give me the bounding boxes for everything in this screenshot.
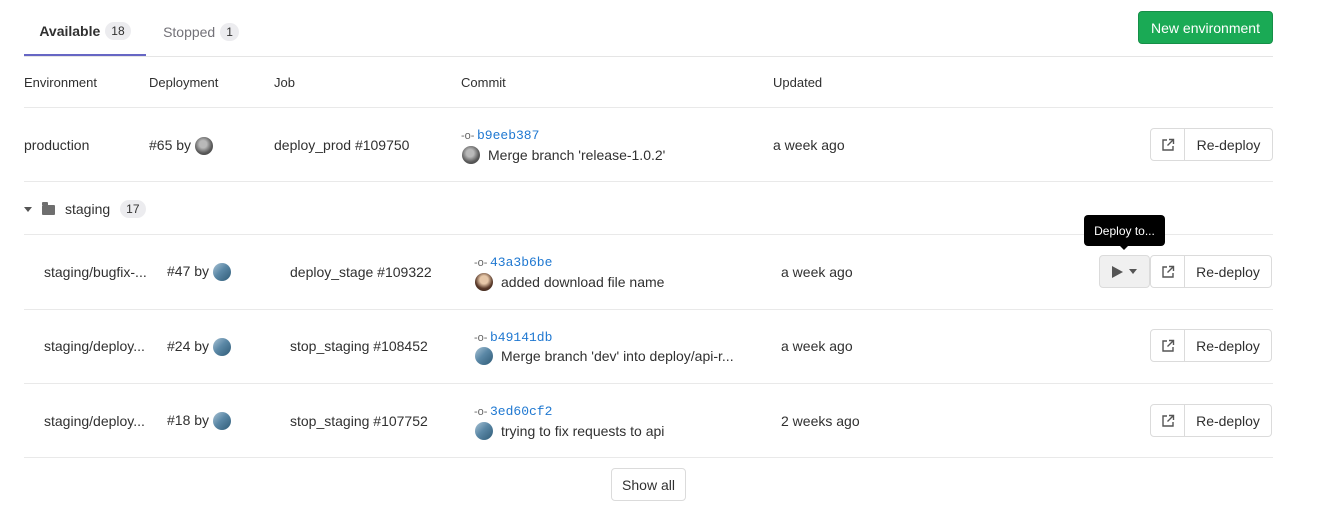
folder-icon: [42, 202, 55, 215]
environment-link[interactable]: staging/deploy...: [44, 338, 145, 354]
redeploy-button[interactable]: Re-deploy: [1185, 255, 1272, 288]
avatar[interactable]: [462, 146, 480, 164]
job-link[interactable]: deploy_prod #109750: [274, 137, 409, 153]
tab-stopped-label: Stopped: [163, 24, 216, 40]
column-header-job: Job: [274, 75, 295, 90]
external-link-icon: [1161, 339, 1174, 352]
deploy-tooltip: Deploy to...: [1084, 215, 1165, 246]
updated-time: a week ago: [781, 338, 853, 354]
deployment-number: #18 by: [167, 412, 210, 428]
redeploy-button[interactable]: Re-deploy: [1185, 128, 1273, 161]
job-link[interactable]: stop_staging #107752: [290, 413, 428, 429]
environment-link[interactable]: staging/bugfix-...: [44, 264, 147, 280]
commit-message: trying to fix requests to api: [475, 422, 664, 440]
deployment-number: #47 by: [167, 263, 210, 279]
tooltip-arrow: [1119, 245, 1129, 250]
commit-message: Merge branch 'release-1.0.2': [462, 146, 665, 164]
row-actions: Re-deploy: [1150, 255, 1272, 288]
external-link-icon: [1161, 414, 1174, 427]
redeploy-button[interactable]: Re-deploy: [1185, 329, 1272, 362]
commit-sha-link[interactable]: b49141db: [490, 330, 552, 345]
redeploy-button[interactable]: Re-deploy: [1185, 404, 1272, 437]
deployment-cell: #47 by: [167, 263, 232, 282]
column-header-deployment: Deployment: [149, 75, 219, 90]
job-link[interactable]: deploy_stage #109322: [290, 264, 432, 280]
chevron-down-icon: [1129, 269, 1137, 274]
commit-title[interactable]: trying to fix requests to api: [501, 423, 664, 439]
play-icon: [1112, 265, 1123, 278]
tab-available-count: 18: [105, 22, 131, 40]
external-link-button[interactable]: [1150, 404, 1185, 437]
avatar[interactable]: [195, 137, 214, 156]
deployment-number: #24 by: [167, 338, 210, 354]
folder-name: staging: [65, 201, 111, 217]
avatar[interactable]: [213, 263, 232, 282]
environment-link-production[interactable]: production: [24, 137, 89, 153]
commit-message: Merge branch 'dev' into deploy/api-r...: [475, 347, 734, 365]
row-divider: [24, 383, 1273, 384]
row-actions: Re-deploy: [1150, 128, 1273, 161]
avatar[interactable]: [475, 422, 493, 440]
deployment-cell: #65 by: [149, 137, 214, 156]
external-link-icon: [1161, 138, 1174, 151]
commit-sha-link[interactable]: 3ed60cf2: [490, 404, 552, 419]
commit-message: added download file name: [475, 273, 664, 291]
commit-cell: -o-b49141db: [474, 328, 552, 345]
row-divider: [24, 107, 1273, 108]
column-header-environment: Environment: [24, 75, 97, 90]
updated-time: a week ago: [781, 264, 853, 280]
deployment-cell: #18 by: [167, 412, 232, 431]
row-actions: Re-deploy: [1150, 404, 1272, 437]
avatar[interactable]: [213, 338, 232, 357]
commit-icon: -o-: [474, 257, 488, 269]
job-link[interactable]: stop_staging #108452: [290, 338, 428, 354]
external-link-button[interactable]: [1150, 255, 1185, 288]
commit-cell: -o-b9eeb387: [461, 126, 539, 143]
new-environment-button[interactable]: New environment: [1138, 11, 1273, 44]
tab-stopped[interactable]: Stopped 1: [154, 8, 248, 56]
row-actions: Re-deploy: [1150, 329, 1272, 362]
updated-time: 2 weeks ago: [781, 413, 860, 429]
tab-available[interactable]: Available 18: [24, 8, 146, 56]
deployment-number: #65 by: [149, 137, 192, 153]
row-divider: [24, 181, 1273, 182]
commit-cell: -o- 3ed60cf2: [474, 402, 552, 419]
commit-sha-link[interactable]: b9eeb387: [477, 128, 539, 143]
folder-count: 17: [120, 200, 146, 218]
deployment-cell: #24 by: [167, 338, 232, 357]
row-divider: [24, 309, 1273, 310]
tabs-divider: [24, 56, 1273, 57]
deploy-to-dropdown-button[interactable]: [1099, 255, 1150, 288]
commit-title[interactable]: Merge branch 'dev' into deploy/api-r...: [501, 348, 734, 364]
external-link-button[interactable]: [1150, 329, 1185, 362]
commit-icon: -o-: [474, 332, 488, 344]
commit-icon: -o-: [474, 406, 488, 418]
column-header-updated: Updated: [773, 75, 823, 90]
commit-title[interactable]: Merge branch 'release-1.0.2': [488, 147, 665, 163]
avatar[interactable]: [475, 273, 493, 291]
updated-time: a week ago: [773, 137, 845, 153]
commit-title[interactable]: added download file name: [501, 274, 664, 290]
external-link-button[interactable]: [1150, 128, 1185, 161]
commit-icon: -o-: [461, 130, 475, 142]
column-header-commit: Commit: [461, 75, 506, 90]
tab-available-label: Available: [39, 23, 101, 39]
row-divider: [24, 457, 1273, 458]
commit-cell: -o- 43a3b6be: [474, 253, 552, 270]
external-link-icon: [1161, 265, 1174, 278]
tab-stopped-count: 1: [220, 23, 239, 41]
caret-down-icon[interactable]: [24, 206, 32, 212]
show-all-button[interactable]: Show all: [611, 468, 686, 501]
commit-sha-link[interactable]: 43a3b6be: [490, 255, 552, 270]
environment-link[interactable]: staging/deploy...: [44, 413, 145, 429]
avatar[interactable]: [213, 412, 232, 431]
avatar[interactable]: [475, 347, 493, 365]
folder-row-staging[interactable]: staging 17: [24, 200, 146, 218]
